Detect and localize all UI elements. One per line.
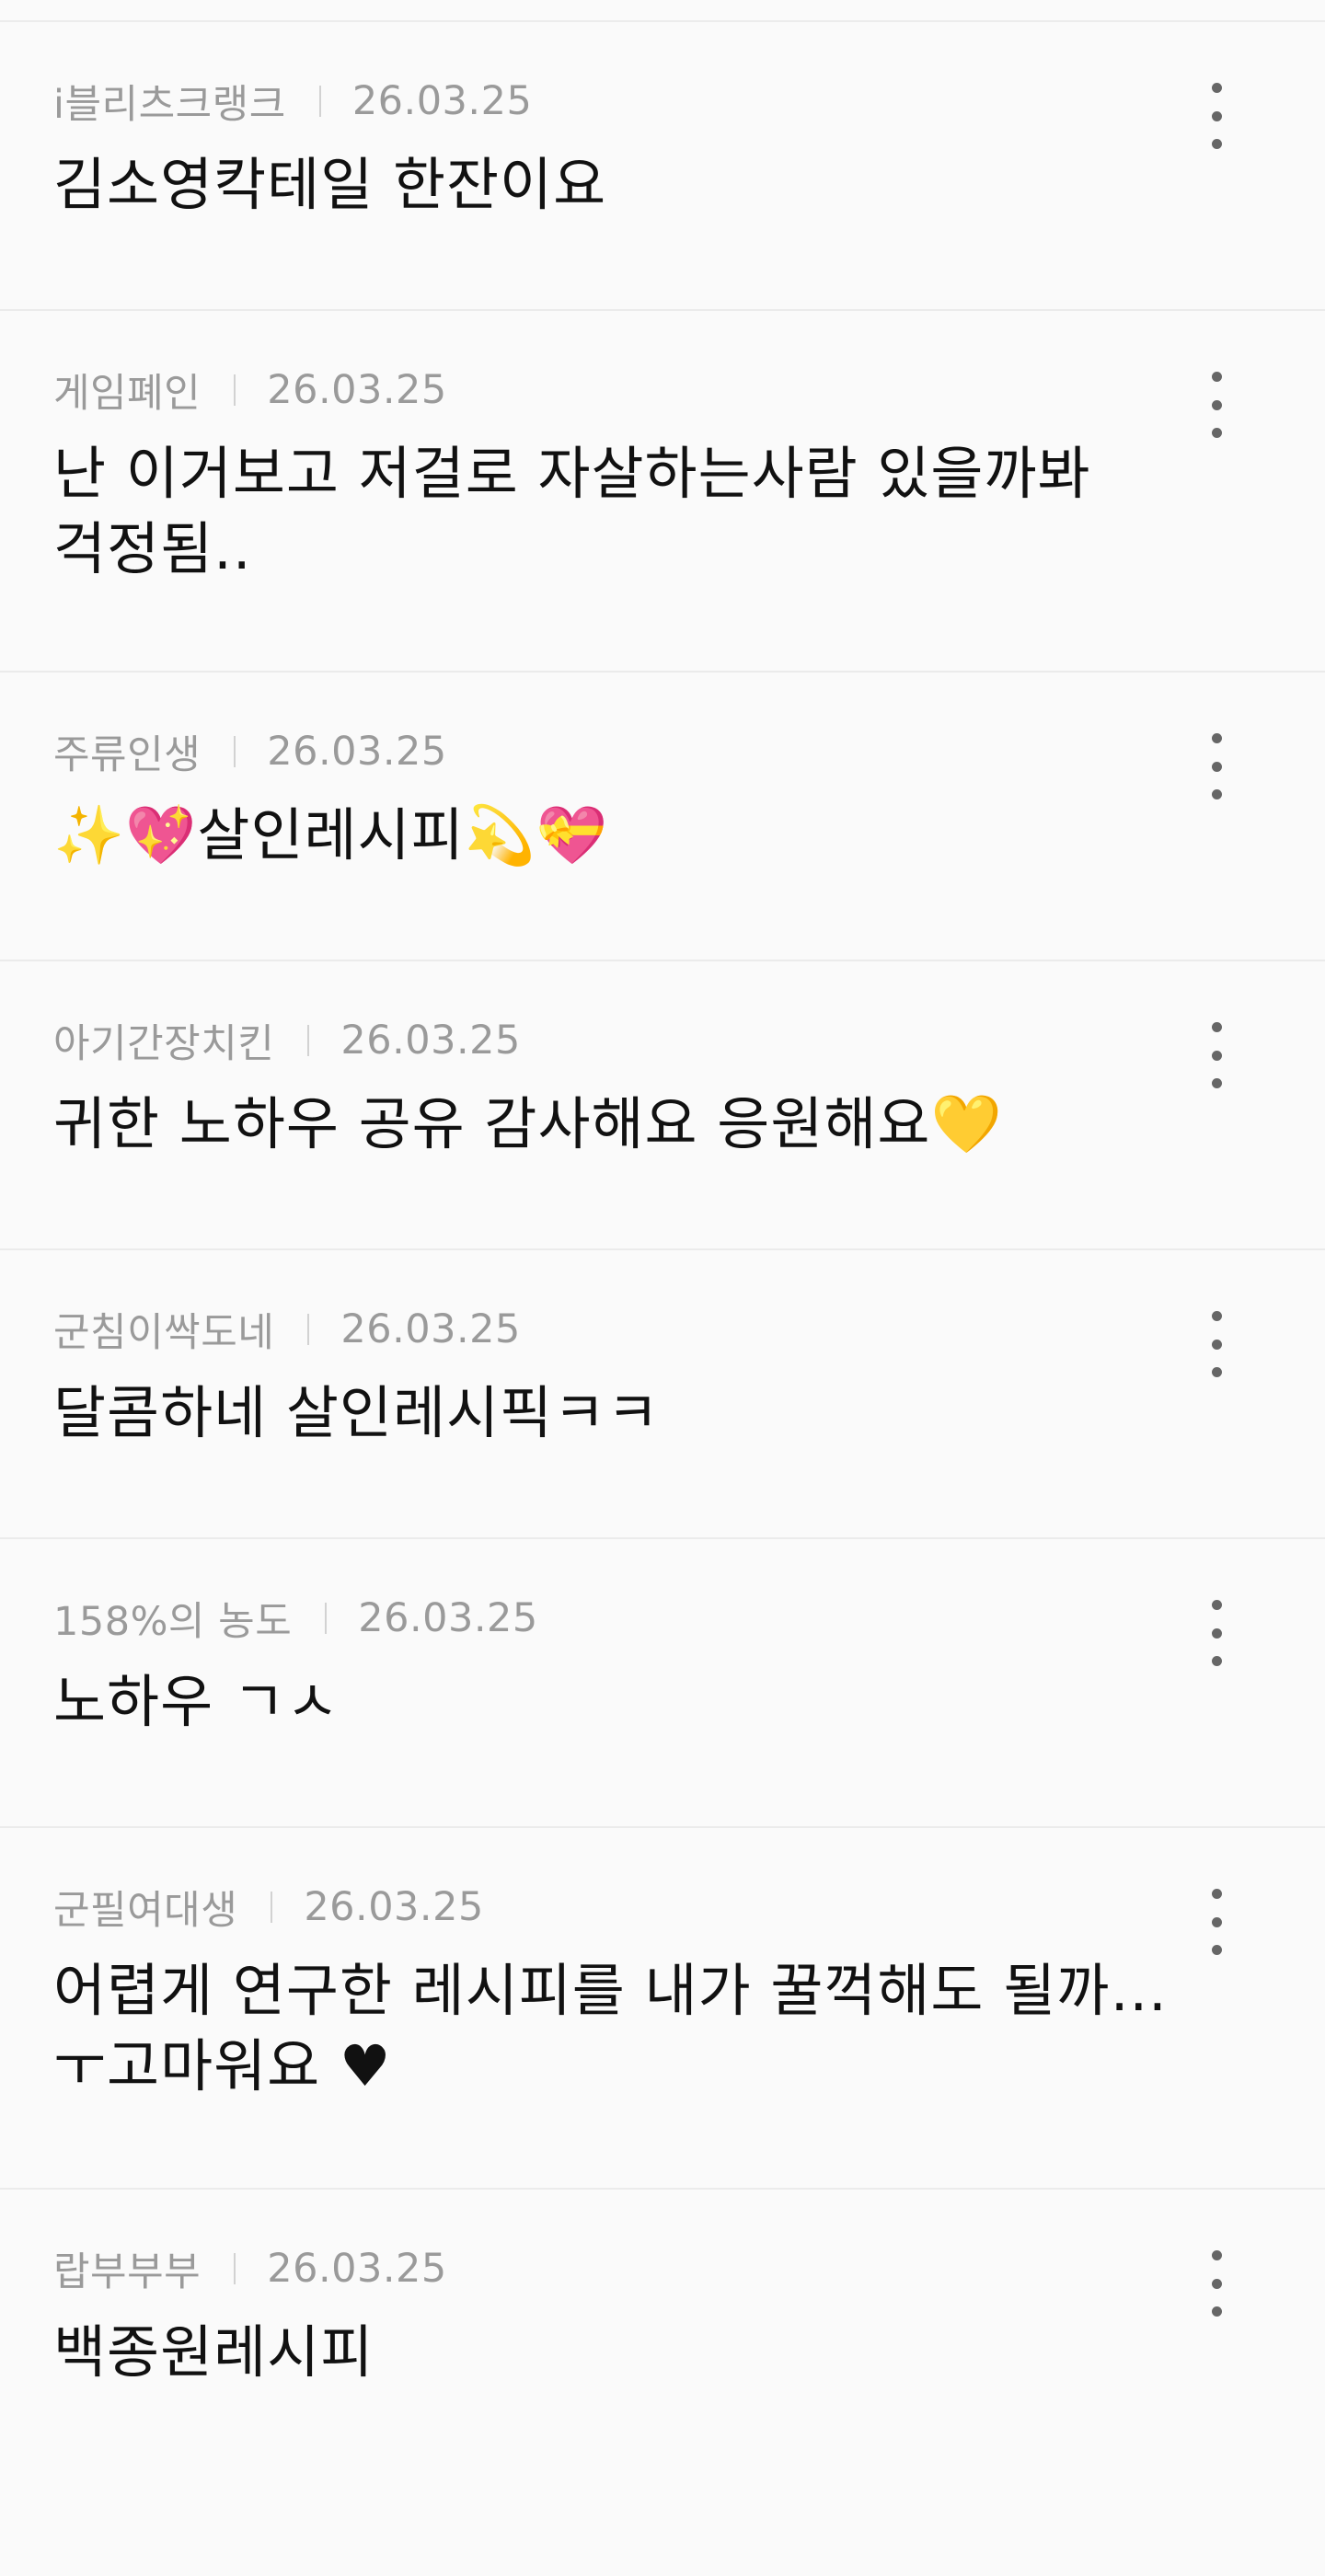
dot <box>1211 1050 1222 1061</box>
comment-item: 랍부부부 26.03.25 백종원레시피 <box>0 2190 1325 2576</box>
comment-text: ✨💖살인레시피💫💝 <box>53 798 1215 873</box>
more-vertical-icon[interactable] <box>1194 1311 1239 1377</box>
comment-meta: 아기간장치킨 26.03.25 <box>53 1012 1215 1069</box>
sparkles-emoji: ✨ <box>53 801 126 868</box>
dizzy-emoji: 💫 <box>464 801 536 868</box>
meta-separator <box>307 1025 310 1056</box>
dot <box>1211 1078 1222 1088</box>
comment-meta: 군침이싹도네 26.03.25 <box>53 1301 1215 1358</box>
meta-separator <box>234 736 236 767</box>
comment-item: 주류인생 26.03.25 ✨💖살인레시피💫💝 <box>0 673 1325 961</box>
yellow-heart-emoji: 💛 <box>930 1090 1003 1157</box>
dot <box>1211 399 1222 410</box>
comment-meta: 랍부부부 26.03.25 <box>53 2240 1215 2297</box>
comment-text: 달콤하네 살인레시픽ㅋㅋ <box>53 1379 661 1446</box>
comment-date: 26.03.25 <box>340 1306 521 1352</box>
comment-text: 귀한 노하우 공유 감사해요 응원해요💛 <box>53 1087 1215 1162</box>
dot <box>1211 428 1222 438</box>
meta-separator <box>318 86 321 117</box>
dot <box>1211 761 1222 772</box>
dot <box>1211 1600 1222 1610</box>
comment-text: 노하우 ㄱㅅ <box>53 1668 340 1735</box>
top-divider <box>0 0 1325 22</box>
comment-text-main: 귀한 노하우 공유 감사해요 응원해요 <box>53 1090 931 1157</box>
meta-separator <box>325 1603 328 1634</box>
more-vertical-icon[interactable] <box>1194 733 1239 799</box>
comment-text: 어렵게 연구한 레시피를 내가 꿀꺽해도 될까… ㅜ고마워요 ♥ <box>53 1957 1169 2099</box>
comment-item: 군필여대생 26.03.25 어렵게 연구한 레시피를 내가 꿀꺽해도 될까… … <box>0 1828 1325 2190</box>
meta-separator <box>271 1892 273 1923</box>
comment-meta: 주류인생 26.03.25 <box>53 723 1215 780</box>
comment-date: 26.03.25 <box>267 367 447 413</box>
comment-item: 158%의 농도 26.03.25 노하우 ㄱㅅ <box>0 1539 1325 1828</box>
more-vertical-icon[interactable] <box>1194 2250 1239 2317</box>
comment-meta: 게임폐인 26.03.25 <box>53 362 1215 419</box>
comment-item: 게임폐인 26.03.25 난 이거보고 저걸로 자살하는사람 있을까봐 걱정됨… <box>0 311 1325 673</box>
dot <box>1211 1367 1222 1377</box>
heart-with-ribbon-emoji: 💝 <box>536 801 609 868</box>
dot <box>1211 733 1222 743</box>
sparkling-heart-emoji: 💖 <box>125 801 198 868</box>
comment-date: 26.03.25 <box>358 1595 538 1641</box>
comment-text-main: 살인레시피 <box>197 801 465 868</box>
dot <box>1211 372 1222 382</box>
comment-author[interactable]: 게임폐인 <box>53 362 201 419</box>
more-vertical-icon[interactable] <box>1194 1600 1239 1666</box>
comment-author[interactable]: 군침이싹도네 <box>53 1301 274 1358</box>
comment-author[interactable]: 주류인생 <box>53 723 201 780</box>
comment-text: 김소영칵테일 한잔이요 <box>53 151 607 218</box>
meta-separator <box>234 2253 236 2284</box>
dot <box>1211 83 1222 93</box>
dot <box>1211 2306 1222 2317</box>
dot <box>1211 2250 1222 2260</box>
dot <box>1211 1022 1222 1032</box>
dot <box>1211 1339 1222 1350</box>
comment-date: 26.03.25 <box>267 2246 447 2292</box>
comment-author[interactable]: i블리츠크랭크 <box>53 73 286 130</box>
dot <box>1211 1627 1222 1639</box>
comment-date: 26.03.25 <box>340 1018 521 1064</box>
comment-meta: 군필여대생 26.03.25 <box>53 1879 1215 1936</box>
dot <box>1211 789 1222 799</box>
comment-date: 26.03.25 <box>304 1884 484 1930</box>
more-vertical-icon[interactable] <box>1194 83 1239 149</box>
more-vertical-icon[interactable] <box>1194 372 1239 438</box>
dot <box>1211 1311 1222 1321</box>
comment-date: 26.03.25 <box>351 78 533 124</box>
comment-text: 난 이거보고 저걸로 자살하는사람 있을까봐 걱정됨.. <box>53 440 1091 582</box>
comment-date: 26.03.25 <box>267 729 447 775</box>
dot <box>1211 1916 1222 1927</box>
dot <box>1211 1889 1222 1899</box>
meta-separator <box>307 1314 310 1345</box>
comment-meta: 158%의 농도 26.03.25 <box>53 1590 1215 1647</box>
comment-author[interactable]: 아기간장치킨 <box>53 1012 274 1069</box>
more-vertical-icon[interactable] <box>1194 1889 1239 1955</box>
comment-text: 백종원레시피 <box>53 2318 374 2386</box>
more-vertical-icon[interactable] <box>1194 1022 1239 1088</box>
dot <box>1211 1656 1222 1666</box>
dot <box>1211 110 1222 121</box>
dot <box>1211 1945 1222 1955</box>
comment-list: i블리츠크랭크 26.03.25 김소영칵테일 한잔이요 게임폐인 26.03.… <box>0 22 1325 2576</box>
comment-author[interactable]: 랍부부부 <box>53 2240 201 2297</box>
comment-item: 아기간장치킨 26.03.25 귀한 노하우 공유 감사해요 응원해요💛 <box>0 961 1325 1250</box>
comment-item: 군침이싹도네 26.03.25 달콤하네 살인레시픽ㅋㅋ <box>0 1250 1325 1539</box>
dot <box>1211 2278 1222 2289</box>
comment-author[interactable]: 군필여대생 <box>53 1879 237 1936</box>
meta-separator <box>234 374 236 406</box>
dot <box>1211 139 1222 149</box>
comment-meta: i블리츠크랭크 26.03.25 <box>53 73 1215 130</box>
comment-author[interactable]: 158%의 농도 <box>53 1590 292 1647</box>
comment-item: i블리츠크랭크 26.03.25 김소영칵테일 한잔이요 <box>0 22 1325 311</box>
